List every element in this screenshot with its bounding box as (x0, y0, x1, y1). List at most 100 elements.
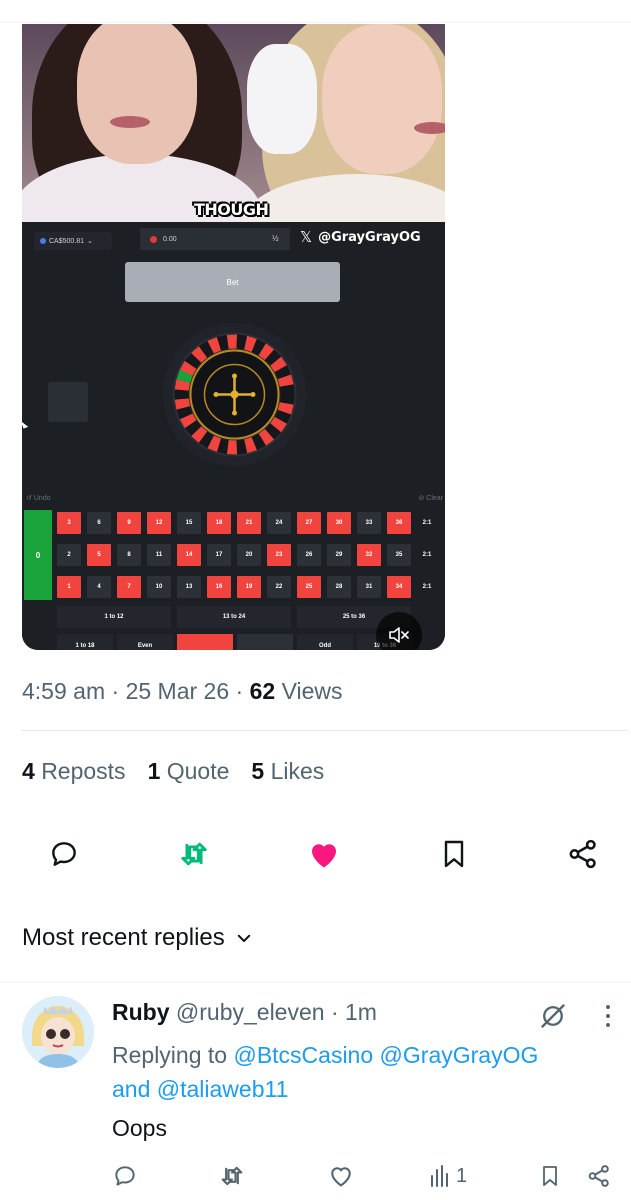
reply-author-handle[interactable]: @ruby_eleven (176, 999, 325, 1025)
reply-repost-button[interactable] (218, 1162, 246, 1190)
number-cell: 21 (237, 512, 261, 534)
divider (22, 730, 627, 731)
reply-button[interactable] (44, 834, 84, 874)
streamer-right-face (322, 24, 442, 174)
dozen-bet-cell: 1 to 12 (57, 606, 171, 628)
number-cell: 17 (207, 544, 231, 566)
number-cell: 25 (297, 576, 321, 598)
clear-button: ⊘ Clear (418, 495, 443, 502)
number-cell: 31 (357, 576, 381, 598)
balance-selector: CA$500.81 ⌄ (34, 232, 112, 250)
separator-dot: · (235, 678, 244, 704)
number-cell: 28 (327, 576, 351, 598)
replies-sort-dropdown[interactable]: Most recent replies (22, 924, 253, 952)
chevron-down-icon (237, 934, 250, 942)
views-count: 62 (249, 678, 276, 704)
likes-stat[interactable]: 5 Likes (251, 758, 324, 785)
bet-amount-field: 0.00 (140, 228, 290, 250)
reply-author-name[interactable]: Ruby (112, 999, 170, 1025)
x-logo-icon: 𝕏 (300, 228, 313, 246)
game-bet-button: Bet (125, 262, 340, 302)
grok-icon (541, 1004, 565, 1028)
tweet-time: 4:59 am (22, 678, 106, 704)
reply-views-button[interactable]: 1 (430, 1162, 467, 1190)
number-cell: 33 (357, 512, 381, 534)
share-icon (569, 839, 596, 869)
bet-amount-value: 0.00 (163, 235, 177, 243)
balance-value: CA$500.81 (49, 237, 85, 245)
number-cell: 34 (387, 576, 411, 598)
like-button[interactable] (304, 834, 344, 874)
streamer-left-mouth (110, 116, 150, 128)
number-cell: 9 (117, 512, 141, 534)
mouse-cursor-icon (22, 419, 29, 429)
reply-text: Oops (112, 1115, 167, 1141)
wheel-pocket (226, 334, 238, 349)
number-cell: 7 (117, 576, 141, 598)
share-button[interactable] (563, 834, 603, 874)
number-cell: 22 (267, 576, 291, 598)
currency-icon (40, 238, 46, 244)
undo-button: ↺ Undo (26, 495, 51, 502)
reply-reply-button[interactable] (112, 1162, 138, 1190)
dozen-bet-cell: 13 to 24 (177, 606, 291, 628)
avatar[interactable] (22, 996, 94, 1068)
number-cell: 1 (57, 576, 81, 598)
number-cell: 32 (357, 544, 381, 566)
streamer-right-mouth (414, 122, 445, 134)
stream-camera-area: THOUGH (22, 24, 445, 222)
number-cell: 20 (237, 544, 261, 566)
mention-link[interactable]: @GrayGrayOG (380, 1042, 539, 1068)
grok-button[interactable] (537, 1000, 569, 1032)
separator-dot: · (330, 999, 339, 1025)
more-vertical-icon (606, 1005, 610, 1027)
number-cell: 13 (177, 576, 201, 598)
mention-link[interactable]: @BtcsCasino (233, 1042, 373, 1068)
number-cell: 2 (57, 544, 81, 566)
tweet-date: 25 Mar 26 (125, 678, 230, 704)
quotes-stat[interactable]: 1 Quote (148, 758, 230, 785)
more-options-button[interactable] (596, 1000, 620, 1032)
number-cell: 36 (387, 512, 411, 534)
number-cell: 16 (207, 576, 231, 598)
number-cell: 11 (147, 544, 171, 566)
tweet-action-bar (0, 834, 631, 874)
mention-link[interactable]: @taliaweb11 (157, 1076, 289, 1102)
video-caption: THOUGH (194, 200, 269, 219)
number-cell: 27 (297, 512, 321, 534)
bookmark-button[interactable] (434, 834, 474, 874)
number-cell: 19 (237, 576, 261, 598)
number-cell: 35 (387, 544, 411, 566)
mute-button[interactable] (376, 612, 422, 650)
replying-to-label: Replying to (112, 1042, 228, 1068)
number-cell: 3 (57, 512, 81, 534)
reposts-stat[interactable]: 4 Reposts (22, 758, 126, 785)
reply-share-button[interactable] (586, 1162, 612, 1190)
number-cell: 30 (327, 512, 351, 534)
repost-button[interactable] (174, 834, 214, 874)
views-chart-icon (431, 1165, 448, 1187)
repost-icon (221, 1166, 243, 1186)
reply-bookmark-button[interactable] (538, 1162, 562, 1190)
volume-muted-icon (389, 627, 409, 643)
outside-bet-cell (177, 634, 233, 650)
replying-to: Replying to @BtcsCasino @GrayGrayOG and … (112, 1038, 622, 1106)
reply-action-bar: 1 (0, 1162, 631, 1190)
number-cell: 29 (327, 544, 351, 566)
reply-icon (115, 1166, 135, 1186)
like-icon (331, 1167, 351, 1187)
number-cell: 26 (297, 544, 321, 566)
and-word: and (112, 1076, 151, 1102)
bookmark-icon (543, 1166, 557, 1186)
like-icon (312, 844, 336, 868)
outside-bet-cell (237, 634, 293, 650)
separator-dot: · (111, 678, 120, 704)
reply-time: 1m (345, 999, 377, 1025)
outside-bet-cell: Odd (297, 634, 353, 650)
streamer-left-face (77, 24, 197, 164)
divider (0, 982, 631, 983)
reply-like-button[interactable] (327, 1162, 355, 1190)
number-cell: 23 (267, 544, 291, 566)
column-bet-cell: 2:1 (422, 520, 432, 526)
video-player[interactable]: THOUGH CA$500.81 ⌄ 0.00 ½ 𝕏 @GrayGrayOG … (22, 24, 445, 650)
